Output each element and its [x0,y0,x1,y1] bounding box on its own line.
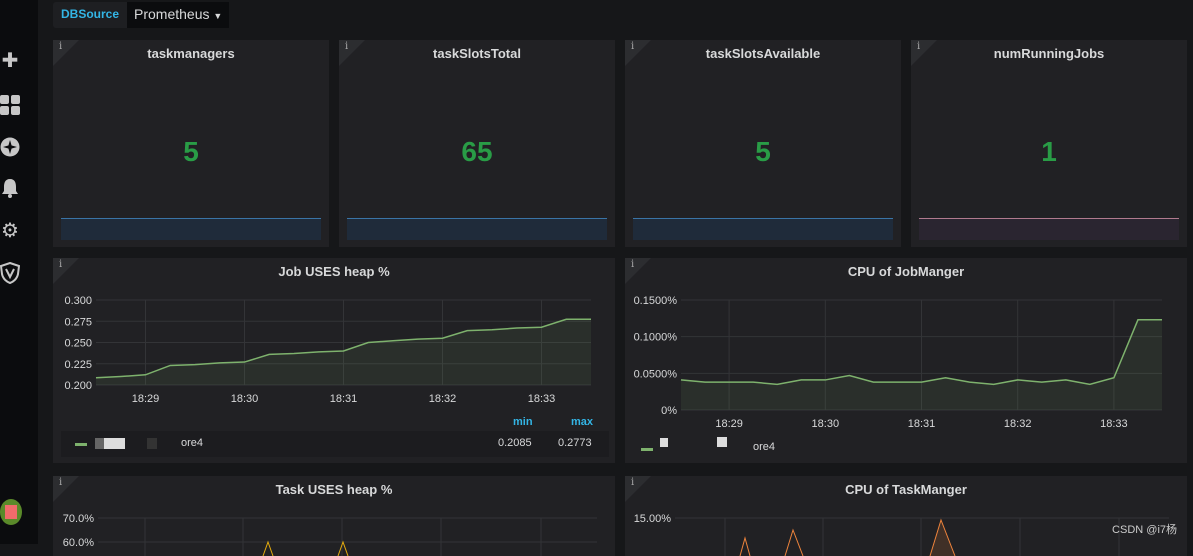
chart-taskmanager-cpu: 15.00% [625,476,1187,556]
sparkline [633,218,893,240]
x-tick-label: 18:30 [812,418,840,430]
x-tick-label: 18:29 [132,393,160,405]
legend-row[interactable]: ore4 0.2085 0.2773 [61,431,609,457]
panel-title[interactable]: taskSlotsTotal [339,46,615,61]
y-tick-label: 0.250 [64,338,92,350]
y-tick-label: 0.300 [64,295,92,307]
sidebar: ✚ ⚙ [0,0,38,544]
graph-panel-taskmanager-cpu: i CPU of TaskManger 15.00% [625,476,1187,556]
sparkline [919,218,1179,240]
legend-max-value: 0.2773 [558,437,592,449]
x-tick-label: 18:31 [908,418,936,430]
gear-icon[interactable]: ⚙ [0,220,20,242]
y-tick-label: 0.200 [64,380,92,392]
redacted-block [95,438,125,449]
x-tick-label: 18:30 [231,393,259,405]
series-line [785,530,803,556]
graph-panel-task-heap: i Task USES heap % 70.0%60.0% [53,476,615,556]
panel-title[interactable]: taskmanagers [53,46,329,61]
stat-panel-taskslotstotal: i taskSlotsTotal 65 [339,40,615,247]
panel-title[interactable]: CPU of JobManger [625,264,1187,279]
series-color-swatch[interactable] [75,443,87,446]
x-tick-label: 18:32 [429,393,457,405]
x-tick-label: 18:33 [528,393,556,405]
variable-label: DBSource [53,2,127,28]
y-tick-label: 0.1000% [634,332,678,344]
datasource-value: Prometheus [134,6,209,22]
x-tick-label: 18:33 [1100,418,1128,430]
panel-title[interactable]: numRunningJobs [911,46,1187,61]
redacted-block [147,438,157,449]
plus-icon[interactable]: ✚ [0,50,20,72]
y-tick-label: 0.275 [64,316,92,328]
series-line [338,542,348,556]
series-line [263,542,273,556]
legend-max-header[interactable]: max [571,416,593,428]
graph-panel-jobmanager-cpu: i CPU of JobManger 0%0.0500%0.1000%0.150… [625,258,1187,463]
stat-panel-taskmanagers: i taskmanagers 5 [53,40,329,247]
y-tick-label: 60.0% [63,537,94,549]
legend-min-value: 0.2085 [498,437,532,449]
legend-series-name[interactable]: ore4 [181,437,203,449]
y-tick-label: 0.0500% [634,368,678,380]
stat-value: 65 [339,136,615,168]
sparkline [61,218,321,240]
stat-panel-taskslotsavailable: i taskSlotsAvailable 5 [625,40,901,247]
compass-icon[interactable] [0,137,20,159]
stat-value: 5 [53,136,329,168]
chart-jobmanager-cpu: 0% 0.0500% 0.1000% 0.1500% 18:29 18:30 18:31 18… [625,288,1187,463]
y-tick-label: 0.1500% [634,295,678,307]
x-tick-label: 18:31 [330,393,358,405]
redacted-block [660,438,668,447]
series-line [930,520,955,556]
sparkline [347,218,607,240]
y-tick-label: 0.225 [64,359,92,371]
datasource-select[interactable]: Prometheus ▼ [127,2,229,28]
stat-panel-numrunningjobs: i numRunningJobs 1 [911,40,1187,247]
legend-min-header[interactable]: min [513,416,533,428]
panel-title[interactable]: Job USES heap % [53,264,615,279]
watermark: CSDN @i7杨 [1112,521,1177,537]
caret-down-icon: ▼ [213,11,222,21]
panel-title[interactable]: taskSlotsAvailable [625,46,901,61]
stat-value: 5 [625,136,901,168]
stat-value: 1 [911,136,1187,168]
x-tick-label: 18:29 [715,418,743,430]
redacted-block [717,437,727,447]
x-tick-label: 18:32 [1004,418,1032,430]
legend-series-name[interactable]: ore4 [753,441,775,453]
chart-task-heap: 70.0% 60.0% [53,476,615,556]
avatar[interactable] [0,499,22,525]
y-tick-label: 70.0% [63,513,94,525]
y-tick-label: 15.00% [634,513,672,525]
shield-icon[interactable] [0,262,20,284]
series-color-swatch[interactable] [641,448,653,451]
bell-icon[interactable] [0,178,20,200]
variable-bar: DBSource Prometheus ▼ [53,2,229,28]
y-tick-label: 0% [661,405,677,417]
graph-panel-job-heap: i Job USES heap % 0.2000.2250.2500.2750.… [53,258,615,463]
dashboard-grid-icon[interactable] [0,95,20,117]
series-line [740,538,750,556]
